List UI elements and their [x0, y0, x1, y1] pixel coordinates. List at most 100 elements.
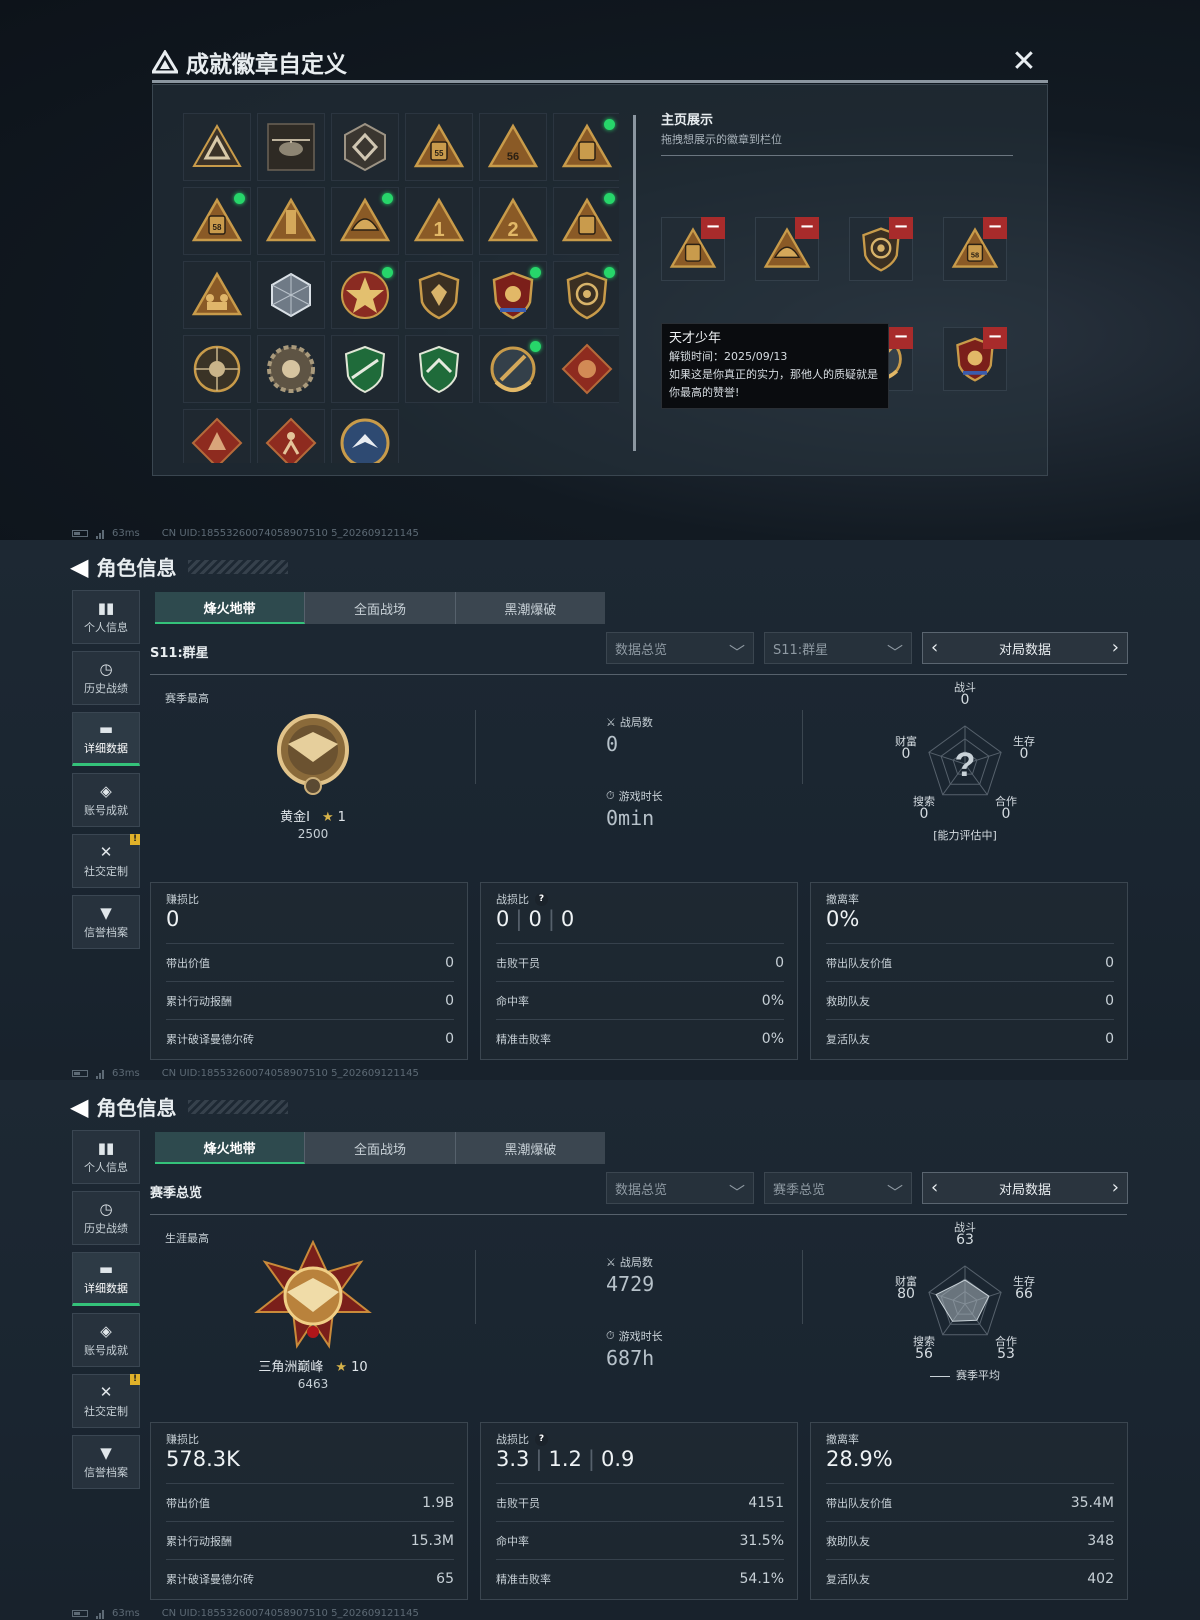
grid-scrollbar[interactable]	[633, 115, 636, 451]
badge-slot-triangle-56-badge[interactable]: 56	[479, 113, 547, 181]
sidebar-item-history[interactable]: ◷ 历史战绩	[72, 651, 140, 705]
chevron-right-icon[interactable]: ›	[1112, 637, 1119, 658]
stat-row: 命中率 0%	[496, 981, 784, 1019]
badge-slot-hex-emblem-badge[interactable]	[331, 113, 399, 181]
remove-button[interactable]: −	[983, 327, 1007, 349]
sidebar-item-personal-info[interactable]: ▮▮ 个人信息	[72, 1130, 140, 1184]
data-type-dropdown[interactable]: 数据总览 ﹀	[606, 632, 754, 664]
back-icon[interactable]: ◀	[70, 1093, 88, 1121]
sidebar-item-detailed-data[interactable]: ▬ 详细数据	[72, 1252, 140, 1306]
sidebar-item-achievements[interactable]: ◈ 账号成就	[72, 773, 140, 827]
badge-slot-triangle-logo-badge[interactable]	[183, 113, 251, 181]
chevron-left-icon[interactable]: ‹	[931, 1177, 938, 1198]
row-value: 0%	[761, 992, 784, 1009]
sidebar-item-detailed-data[interactable]: ▬ 详细数据	[72, 712, 140, 766]
showcase-slot[interactable]: −	[943, 327, 1007, 391]
tab-hazard-zone[interactable]: 烽火地带	[155, 1132, 306, 1164]
badge-slot-green-rifle-badge[interactable]	[331, 335, 399, 403]
tab-full-battlefield[interactable]: 全面战场	[305, 592, 456, 624]
tools-icon: ✕	[99, 1382, 113, 1401]
help-icon[interactable]: ?	[535, 1432, 548, 1446]
sidebar-item-credit[interactable]: ▼ 信誉档案	[72, 1435, 140, 1489]
signal-icon	[96, 1069, 104, 1079]
season-dropdown[interactable]: 赛季总览 ﹀	[764, 1172, 912, 1204]
back-icon[interactable]: ◀	[70, 553, 88, 581]
season-dropdown[interactable]: S11:群星 ﹀	[764, 632, 912, 664]
folder-icon: ▬	[98, 719, 114, 738]
sidebar-item-personal-info[interactable]: ▮▮ 个人信息	[72, 590, 140, 644]
close-icon[interactable]: ✕	[1010, 47, 1038, 77]
row-value: 0	[1105, 954, 1114, 971]
chevron-right-icon[interactable]: ›	[1112, 1177, 1119, 1198]
badge-slot-triangle-1-badge[interactable]: 1	[405, 187, 473, 255]
badge-slot-bird-circle-badge[interactable]	[331, 409, 399, 463]
tab-hazard-zone[interactable]: 烽火地带	[155, 592, 306, 624]
backpack-55-badge-icon: 55	[412, 120, 466, 174]
chevron-left-icon[interactable]: ‹	[931, 637, 938, 658]
matches-label: 战局数	[619, 1256, 653, 1269]
showcase-slot[interactable]: −	[849, 217, 913, 281]
badge-slot-eagle-shield-badge[interactable]	[479, 261, 547, 329]
badge-slot-skull-crosshair-badge[interactable]	[183, 335, 251, 403]
tab-full-battlefield[interactable]: 全面战场	[305, 1132, 456, 1164]
remove-button[interactable]: −	[701, 217, 725, 239]
remove-button[interactable]: −	[889, 217, 913, 239]
badge-slot-tower-badge[interactable]	[257, 187, 325, 255]
bar-chart-icon: ▮▮	[97, 598, 115, 617]
badge-slot-gold-wreath-badge[interactable]	[479, 335, 547, 403]
tab-black-tide[interactable]: 黑潮爆破	[456, 592, 605, 624]
stat-divider	[802, 1250, 803, 1324]
radar-value: 56	[915, 1346, 933, 1362]
mode-tabs: 烽火地带 全面战场 黑潮爆破	[155, 1132, 605, 1164]
page-title: 角色信息	[96, 556, 177, 580]
badge-slot-triangle-2-badge[interactable]: 2	[479, 187, 547, 255]
sidebar-item-social[interactable]: ! ✕ 社交定制	[72, 1374, 140, 1428]
row-value: 0	[445, 992, 454, 1009]
row-value: 31.5%	[739, 1532, 784, 1549]
kd-value: 0	[496, 907, 510, 931]
sidebar-item-social[interactable]: ! ✕ 社交定制	[72, 834, 140, 888]
badge-slot-backpack-badge[interactable]	[553, 187, 619, 255]
sidebar-item-achievements[interactable]: ◈ 账号成就	[72, 1313, 140, 1367]
help-icon[interactable]: ?	[535, 892, 548, 906]
badge-slot-runner-diamond-badge[interactable]	[257, 409, 325, 463]
rank-line: 三角洲巅峰 ★ 10	[248, 1356, 378, 1375]
showcase-slot[interactable]: −	[661, 217, 725, 281]
badge-slot-backpack-58-badge[interactable]: 58	[183, 187, 251, 255]
row-label: 带出价值	[166, 956, 210, 970]
sidebar-item-history[interactable]: ◷ 历史战绩	[72, 1191, 140, 1245]
badge-slot-gear-skull-badge[interactable]	[257, 335, 325, 403]
sidebar-item-credit[interactable]: ▼ 信誉档案	[72, 895, 140, 949]
data-type-dropdown[interactable]: 数据总览 ﹀	[606, 1172, 754, 1204]
badge-slot-wolf-diamond-badge[interactable]	[183, 409, 251, 463]
radar-search: 搜索 56	[904, 1336, 944, 1362]
panel-label: 赚损比	[166, 1433, 199, 1446]
badge-slot-soldiers-badge[interactable]	[183, 261, 251, 329]
remove-button[interactable]: −	[889, 327, 913, 349]
page-title: 角色信息	[96, 1096, 177, 1120]
badge-slot-backpack-55-badge[interactable]: 55	[405, 113, 473, 181]
remove-button[interactable]: −	[983, 217, 1007, 239]
sidebar-item-label: 账号成就	[84, 803, 128, 817]
showcase-slot[interactable]: 58 −	[943, 217, 1007, 281]
badge-slot-helmet-badge[interactable]	[331, 187, 399, 255]
stat-row: 累计破译曼德尔砖 65	[166, 1559, 454, 1597]
badge-slot-lion-shield-badge[interactable]	[553, 261, 619, 329]
radar-note-text: 赛季平均	[956, 1369, 1000, 1382]
badge-customize-screen: 成就徽章自定义 ✕ 55 56 58 1 2 主页展示 拖拽想展示的徽章到栏位 − − −5…	[0, 0, 1200, 540]
showcase-slot[interactable]: −	[755, 217, 819, 281]
badge-slot-cube-badge[interactable]	[257, 261, 325, 329]
badge-slot-helicopter-badge[interactable]	[257, 113, 325, 181]
badge-slot-backpack-tower-badge[interactable]	[553, 113, 619, 181]
value-separator: |	[535, 1447, 543, 1471]
remove-button[interactable]: −	[795, 217, 819, 239]
badge-slot-green-wing-badge[interactable]	[405, 335, 473, 403]
panel-label-wrap: 战损比?	[496, 891, 548, 907]
stat-row: 带出价值 0	[166, 943, 454, 981]
badge-slot-dragon-diamond-badge[interactable]	[553, 335, 619, 403]
sidebar-item-label: 社交定制	[84, 1404, 128, 1418]
badge-slot-star-medal-badge[interactable]	[331, 261, 399, 329]
row-value: 0	[775, 954, 784, 971]
badge-slot-shield-badge[interactable]	[405, 261, 473, 329]
tab-black-tide[interactable]: 黑潮爆破	[456, 1132, 605, 1164]
